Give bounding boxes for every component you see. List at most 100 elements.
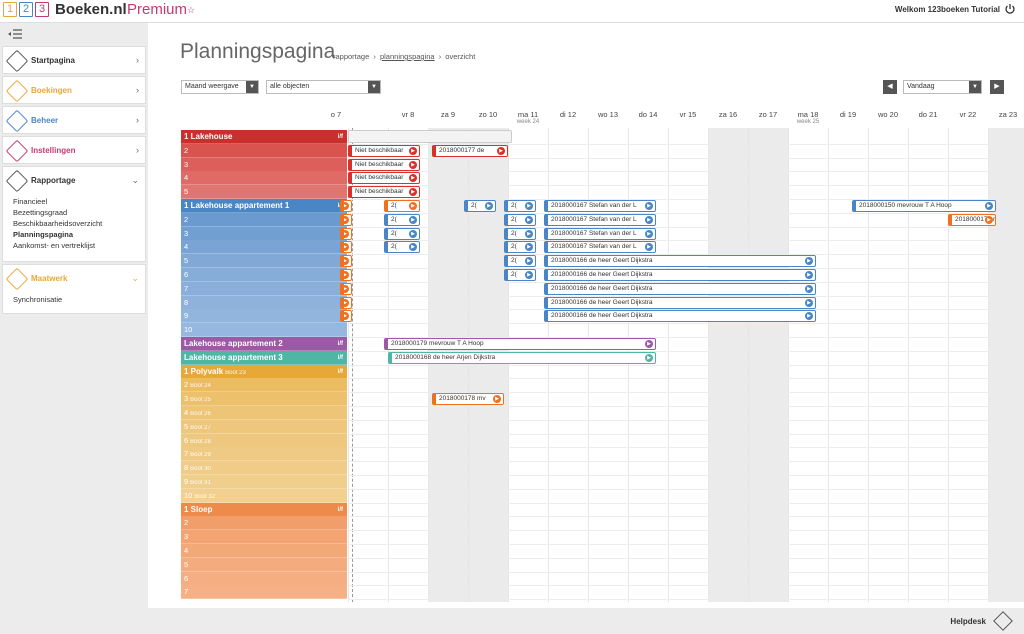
booking-bar[interactable]: 2(▶ bbox=[504, 269, 536, 281]
booking-bar[interactable]: 2018000167 Stefan van der L ▶ bbox=[544, 241, 656, 254]
view-select[interactable]: Maand weergave ▼ bbox=[181, 80, 259, 94]
unit-row[interactable]: 7 bbox=[181, 281, 347, 296]
chevron-down-icon[interactable]: ⌄ bbox=[131, 175, 139, 186]
unit-row[interactable]: Lakehouse appartement 3 i/f bbox=[181, 350, 347, 365]
unit-row[interactable]: 10 Boot 32 bbox=[181, 488, 347, 503]
unit-row[interactable]: 3 bbox=[181, 157, 347, 172]
sidebar-item-startpagina[interactable]: Startpagina › bbox=[2, 46, 146, 74]
booking-bar[interactable]: 2018000177 de ▶ bbox=[432, 144, 508, 157]
unit-row[interactable]: 1 Lakehouse i/f bbox=[181, 130, 347, 144]
booking-bar[interactable]: 2018000167 Stefan van der L ▶ bbox=[544, 200, 656, 212]
unit-row[interactable]: 9 Boot 31 bbox=[181, 475, 347, 489]
booking-bar[interactable]: 2018000166 de heer Geert Dijkstra ▶ bbox=[544, 255, 816, 268]
sidebar-item-instellingen[interactable]: Instellingen › bbox=[2, 136, 146, 164]
unit-row[interactable]: 8 bbox=[181, 295, 347, 310]
status-icon[interactable]: i/f bbox=[338, 337, 343, 351]
booking-bar[interactable]: ▶ bbox=[340, 282, 352, 295]
unit-row[interactable]: 5 Boot 27 bbox=[181, 419, 347, 434]
booking-bar[interactable]: Niet beschikbaar ▶ bbox=[348, 186, 420, 199]
status-icon[interactable]: i/f bbox=[338, 351, 343, 365]
booking-bar[interactable]: ▶ bbox=[340, 296, 352, 309]
unit-row[interactable]: 6 bbox=[181, 571, 347, 586]
booking-bar[interactable]: 2(▶ bbox=[504, 227, 536, 240]
sidebar-label[interactable]: Maatwerk bbox=[31, 274, 67, 283]
unit-row[interactable]: 5 bbox=[181, 557, 347, 572]
booking-bar[interactable]: 2018000166 de heer Geert Dijkstra ▶ bbox=[544, 296, 816, 309]
unit-row[interactable]: 5 bbox=[181, 185, 347, 200]
booking-bar[interactable]: 2018000179 mevrouw T A Hoop ▶ bbox=[384, 338, 656, 350]
unit-row[interactable]: 2 bbox=[181, 516, 347, 531]
unit-row[interactable]: 4 Boot 26 bbox=[181, 406, 347, 420]
booking-bar[interactable]: 2018000167 Stefan van der L ▶ bbox=[544, 227, 656, 240]
sidebar-subitem-bezettingsgraad[interactable]: Bezettingsgraad bbox=[13, 208, 67, 217]
breadcrumb-planningspagina[interactable]: planningspagina bbox=[380, 52, 435, 61]
sidebar-subitem-aankomst[interactable]: Aankomst- en vertreklijst bbox=[13, 241, 95, 250]
date-select[interactable]: Vandaag ▼ bbox=[903, 80, 982, 94]
status-icon[interactable]: i/f bbox=[338, 365, 343, 379]
booking-bar[interactable]: 2018000150 mevrouw T A Hoop ▶ bbox=[852, 200, 996, 212]
unit-row[interactable]: 1 Polyvalk Boot 23 i/f bbox=[181, 364, 347, 379]
booking-bar[interactable]: ▶ bbox=[340, 227, 352, 240]
next-button[interactable]: ▶ bbox=[990, 80, 1004, 94]
unit-row[interactable]: 4 bbox=[181, 544, 347, 558]
helpdesk-link[interactable]: Helpdesk bbox=[950, 617, 986, 626]
booking-bar[interactable]: 2(▶ bbox=[384, 213, 420, 226]
unit-row[interactable]: 3 bbox=[181, 226, 347, 241]
objects-select[interactable]: alle objecten ▼ bbox=[266, 80, 381, 94]
booking-bar[interactable]: ▶ bbox=[340, 269, 352, 281]
unit-row[interactable]: 1 Sloep i/f bbox=[181, 502, 347, 517]
booking-bar[interactable]: 2(▶ bbox=[384, 200, 420, 212]
sidebar-item-beheer[interactable]: Beheer › bbox=[2, 106, 146, 134]
sidebar-item-boekingen[interactable]: Boekingen › bbox=[2, 76, 146, 104]
sidebar-subitem-financieel[interactable]: Financieel bbox=[13, 197, 47, 206]
booking-bar[interactable]: 2(▶ bbox=[384, 241, 420, 254]
booking-bar[interactable]: ▶ bbox=[340, 241, 352, 254]
unit-row[interactable]: 4 bbox=[181, 171, 347, 186]
booking-bar[interactable]: 2(▶ bbox=[504, 241, 536, 254]
unit-row[interactable]: 2 bbox=[181, 143, 347, 158]
menu-toggle-icon[interactable] bbox=[8, 29, 22, 39]
booking-bar[interactable]: ▶ bbox=[340, 200, 352, 212]
booking-bar[interactable]: ▶ bbox=[340, 310, 352, 323]
unit-row[interactable]: 9 bbox=[181, 309, 347, 324]
booking-bar[interactable]: 2(▶ bbox=[504, 255, 536, 268]
breadcrumb-rapportage[interactable]: rapportage bbox=[333, 52, 369, 61]
booking-bar[interactable]: 2(▶ bbox=[384, 227, 420, 240]
booking-bar[interactable]: Niet beschikbaar ▶ bbox=[348, 144, 420, 157]
unit-row[interactable]: 1 Lakehouse appartement 1i/f bbox=[181, 199, 347, 213]
sidebar-subitem-planningspagina[interactable]: Planningspagina bbox=[13, 230, 73, 239]
booking-bar[interactable]: ▶ bbox=[340, 255, 352, 268]
unit-row[interactable]: 6 Boot 28 bbox=[181, 433, 347, 448]
sidebar-subitem-synchronisatie[interactable]: Synchronisatie bbox=[13, 295, 62, 304]
unit-row[interactable]: 2 bbox=[181, 212, 347, 227]
power-icon[interactable] bbox=[1004, 3, 1016, 15]
prev-button[interactable]: ◀ bbox=[883, 80, 897, 94]
booking-bar[interactable]: 2018000166 de heer Geert Dijkstra ▶ bbox=[544, 282, 816, 295]
unit-row[interactable]: 8 Boot 30 bbox=[181, 461, 347, 476]
unit-row[interactable]: 2 Boot 24 bbox=[181, 378, 347, 393]
booking-bar[interactable]: Niet beschikbaar ▶ bbox=[348, 172, 420, 185]
booking-bar[interactable]: ▶ bbox=[340, 213, 352, 226]
chevron-down-icon[interactable]: ⌄ bbox=[131, 273, 139, 284]
unit-row[interactable]: 5 bbox=[181, 254, 347, 269]
status-icon[interactable]: i/f bbox=[338, 503, 343, 517]
sidebar-subitem-beschikbaarheid[interactable]: Beschikbaarheidsoverzicht bbox=[13, 219, 102, 228]
unit-row[interactable]: 10 bbox=[181, 323, 347, 338]
booking-bar[interactable]: 2018000168 de heer Arjen Dijkstra ▶ bbox=[388, 351, 656, 364]
booking-bar[interactable]: Niet beschikbaar ▶ bbox=[348, 158, 420, 171]
unit-row[interactable]: 3 Boot 25 bbox=[181, 392, 347, 407]
unit-row[interactable]: Lakehouse appartement 2 i/f bbox=[181, 337, 347, 351]
unit-row[interactable]: 6 bbox=[181, 268, 347, 282]
booking-bar[interactable]: 2018000178 mv ▶ bbox=[432, 393, 504, 406]
unit-row[interactable]: 7 Boot 29 bbox=[181, 447, 347, 462]
unit-row[interactable]: 4 bbox=[181, 240, 347, 255]
booking-bar[interactable]: 2(▶ bbox=[464, 200, 496, 212]
unit-row[interactable]: 3 bbox=[181, 530, 347, 545]
booking-bar[interactable]: 2018000167 Stefan van der L ▶ bbox=[544, 213, 656, 226]
booking-bar[interactable]: 2018000166 de heer Geert Dijkstra ▶ bbox=[544, 310, 816, 323]
booking-bar[interactable]: 2(▶ bbox=[504, 213, 536, 226]
sidebar-label[interactable]: Rapportage bbox=[31, 176, 75, 185]
booking-bar[interactable]: 2018000166 de heer Geert Dijkstra ▶ bbox=[544, 269, 816, 281]
status-icon[interactable]: i/f bbox=[338, 130, 343, 144]
unit-row[interactable]: 7 bbox=[181, 585, 347, 600]
